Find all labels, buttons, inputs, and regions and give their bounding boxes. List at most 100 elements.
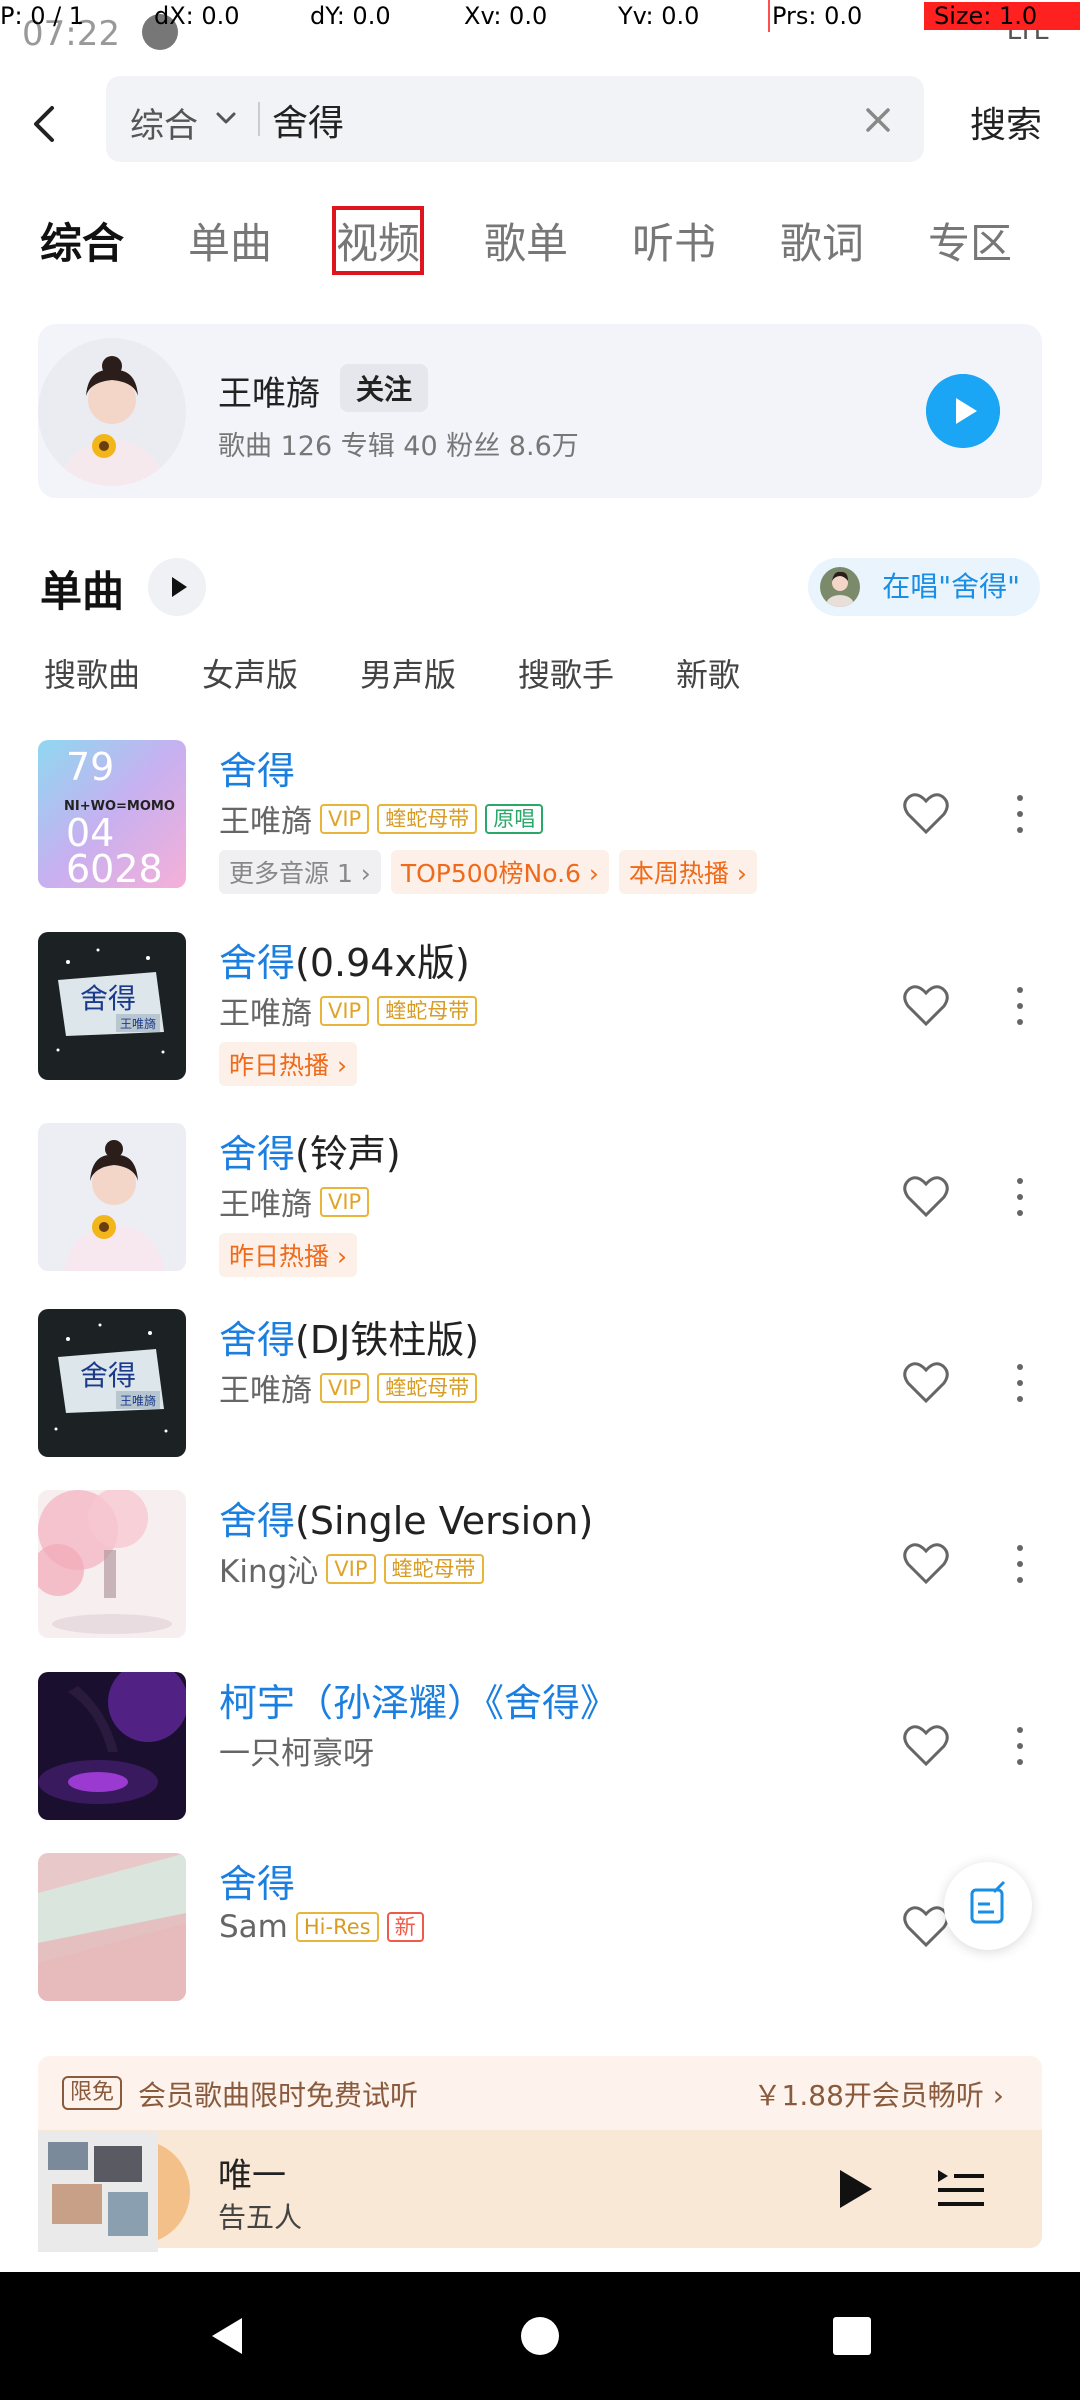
tab-lyrics[interactable]: 歌词 xyxy=(780,210,864,271)
master-tape-badge: 蝰蛇母带 xyxy=(377,995,478,1026)
debug-dy: dY: 0.0 xyxy=(310,2,391,30)
songs-section-title: 单曲 xyxy=(40,567,125,616)
song-cover xyxy=(38,1672,186,1820)
master-tape-badge: 蝰蛇母带 xyxy=(377,1372,478,1403)
debug-xv: Xv: 0.0 xyxy=(464,2,548,30)
filter-new-songs[interactable]: 新歌 xyxy=(676,650,740,696)
search-header: 综合 舍得 搜索 xyxy=(0,74,1080,174)
debug-yv: Yv: 0.0 xyxy=(618,2,700,30)
weekly-hot-chip[interactable]: 本周热播 › xyxy=(618,850,757,894)
song-title[interactable]: 舍得(DJ铁柱版) xyxy=(219,1309,479,1364)
edit-feedback-icon[interactable] xyxy=(944,1862,1032,1950)
song-cover: 舍得 王唯旖 xyxy=(38,1309,186,1457)
vip-badge: VIP xyxy=(320,1372,370,1403)
heart-icon[interactable] xyxy=(902,1175,950,1219)
now-playing-title: 唯一 xyxy=(218,2156,286,2196)
song-title[interactable]: 舍得(铃声) xyxy=(219,1123,401,1178)
song-cover xyxy=(38,1123,186,1271)
artist-card[interactable]: 王唯旖 关注 歌曲 126 专辑 40 粉丝 8.6万 xyxy=(38,324,1042,498)
more-icon[interactable] xyxy=(1010,792,1030,836)
mini-player[interactable]: 唯一 告五人 xyxy=(38,2130,1042,2252)
artist-name: 王唯旖 xyxy=(218,374,320,414)
follow-button[interactable]: 关注 xyxy=(340,364,429,412)
playlist-icon[interactable] xyxy=(938,2168,984,2210)
play-all-icon[interactable] xyxy=(148,558,206,616)
artist-stats: 歌曲 126 专辑 40 粉丝 8.6万 xyxy=(218,431,579,462)
tab-zones[interactable]: 专区 xyxy=(928,210,1012,271)
cover-text-title: 舍得 xyxy=(80,982,136,1015)
now-playing-artist: 告五人 xyxy=(218,2201,303,2234)
more-icon[interactable] xyxy=(1010,984,1030,1028)
song-artist: 王唯旖 VIP 蝰蛇母带 xyxy=(219,1365,478,1410)
system-nav-bar xyxy=(0,2272,1080,2400)
tab-audiobooks[interactable]: 听书 xyxy=(632,210,716,271)
vip-trial-banner[interactable]: 限免 会员歌曲限时免费试听 ￥1.88开会员畅听 › xyxy=(38,2056,1042,2130)
song-cover xyxy=(38,1490,186,1638)
heart-icon[interactable] xyxy=(902,1724,950,1768)
song-title[interactable]: 柯宇（孙泽耀）《舍得》 xyxy=(219,1672,618,1727)
song-artist: Sam Hi-Res 新 xyxy=(219,1909,424,1945)
search-input[interactable]: 舍得 xyxy=(272,94,344,146)
song-artist: 王唯旖 VIP xyxy=(219,1179,370,1224)
artist-play-icon[interactable] xyxy=(926,374,1000,448)
song-title[interactable]: 舍得(0.94x版) xyxy=(219,932,470,987)
search-scope-select[interactable]: 综合 xyxy=(130,98,198,147)
song-title[interactable]: 舍得 xyxy=(219,740,295,795)
cover-text-6028: 6028 xyxy=(66,847,163,888)
nav-recents-icon[interactable] xyxy=(830,2314,874,2358)
heart-icon[interactable] xyxy=(902,1361,950,1405)
song-extras: 昨日热播 › xyxy=(219,1042,357,1086)
new-badge: 新 xyxy=(386,1912,424,1942)
clear-search-icon[interactable] xyxy=(858,100,898,140)
more-icon[interactable] xyxy=(1010,1361,1030,1405)
nav-back-icon[interactable] xyxy=(206,2314,250,2358)
more-icon[interactable] xyxy=(1010,1542,1030,1586)
tab-all[interactable]: 综合 xyxy=(40,210,124,271)
filter-search-songs[interactable]: 搜歌曲 xyxy=(44,650,140,696)
nav-home-icon[interactable] xyxy=(518,2314,562,2358)
back-arrow-icon[interactable] xyxy=(24,102,68,146)
cover-text-artist: 王唯旖 xyxy=(120,1017,156,1031)
song-artist: 王唯旖 VIP 蝰蛇母带 原唱 xyxy=(219,796,544,841)
hires-badge: Hi-Res xyxy=(295,1912,379,1942)
result-tabs: 综合 单曲 视频 歌单 听书 歌词 专区 xyxy=(0,206,1080,275)
search-box[interactable]: 综合 舍得 xyxy=(106,76,924,162)
vip-trial-text: 会员歌曲限时免费试听 xyxy=(138,2079,419,2112)
singing-label: 在唱"舍得" xyxy=(882,570,1020,603)
song-title[interactable]: 舍得(Single Version) xyxy=(219,1490,593,1545)
more-icon[interactable] xyxy=(1010,1724,1030,1768)
tab-songs[interactable]: 单曲 xyxy=(188,210,272,271)
more-sources-chip[interactable]: 更多音源 1 › xyxy=(219,850,381,894)
heart-icon[interactable] xyxy=(902,1542,950,1586)
artist-avatar xyxy=(38,338,186,486)
filter-female[interactable]: 女声版 xyxy=(202,650,298,696)
debug-dx: dX: 0.0 xyxy=(154,2,240,30)
tab-playlists[interactable]: 歌单 xyxy=(484,210,568,271)
vip-subscribe-link[interactable]: ￥1.88开会员畅听 › xyxy=(754,2074,1004,2114)
heart-icon[interactable] xyxy=(902,984,950,1028)
now-playing-cover xyxy=(38,2122,190,2256)
touch-debug-overlay: P: 0 / 1 dX: 0.0 dY: 0.0 Xv: 0.0 Yv: 0.0… xyxy=(0,0,1080,34)
heart-icon[interactable] xyxy=(902,1905,950,1949)
song-cover: 舍得 王唯旖 xyxy=(38,932,186,1080)
search-button[interactable]: 搜索 xyxy=(970,96,1042,148)
tab-videos[interactable]: 视频 xyxy=(331,206,425,275)
debug-size: Size: 1.0 xyxy=(924,2,1080,30)
singing-button[interactable]: 在唱"舍得" xyxy=(808,558,1040,616)
filter-search-artist[interactable]: 搜歌手 xyxy=(518,650,614,696)
debug-pressure: Prs: 0.0 xyxy=(772,2,863,30)
song-title[interactable]: 舍得 xyxy=(219,1853,295,1908)
play-icon[interactable] xyxy=(834,2166,876,2212)
more-icon[interactable] xyxy=(1010,1175,1030,1219)
chevron-down-icon[interactable] xyxy=(214,106,238,130)
yesterday-hot-chip[interactable]: 昨日热播 › xyxy=(219,1042,357,1086)
original-badge: 原唱 xyxy=(485,803,544,834)
chart-rank-chip[interactable]: TOP500榜No.6 › xyxy=(390,850,609,894)
singer-avatar xyxy=(820,567,861,607)
heart-icon[interactable] xyxy=(902,792,950,836)
filter-male[interactable]: 男声版 xyxy=(360,650,456,696)
song-cover xyxy=(38,1853,186,2001)
yesterday-hot-chip[interactable]: 昨日热播 › xyxy=(219,1233,357,1277)
vip-badge: VIP xyxy=(320,995,370,1026)
cover-text-79: 79 xyxy=(66,745,114,789)
